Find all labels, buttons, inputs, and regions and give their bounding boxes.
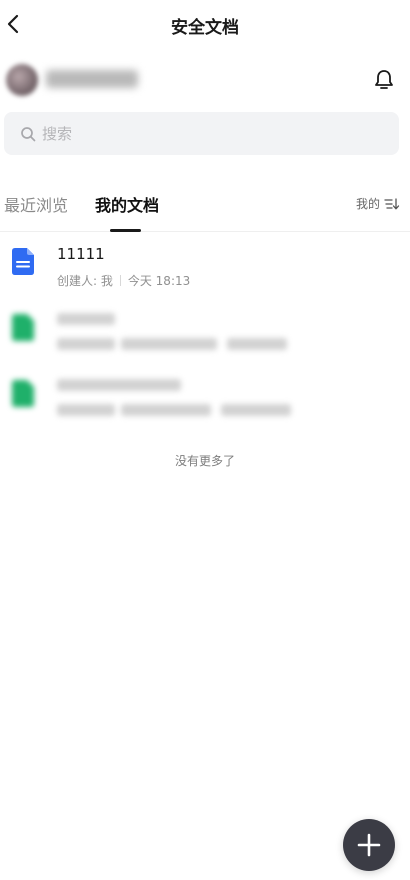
document-time: 今天 18:13 (127, 274, 191, 288)
nav-bar: 安全文档 (0, 0, 410, 48)
document-meta: 创建人: 我 今天 18:13 (57, 272, 190, 289)
sort-label: 我的 (355, 197, 380, 211)
document-meta (57, 404, 291, 416)
search-placeholder: 搜索 (42, 125, 73, 143)
avatar[interactable] (6, 64, 38, 96)
bell-icon (375, 70, 393, 89)
search-icon (21, 126, 36, 141)
user-name (46, 70, 138, 88)
document-meta (57, 338, 287, 350)
add-document-button[interactable] (343, 819, 395, 871)
sort-icon (384, 197, 400, 209)
user-row (0, 62, 410, 98)
doc-icon (12, 248, 34, 275)
list-item[interactable]: 11111 创建人: 我 今天 18:13 (0, 232, 410, 298)
document-creator: 创建人: 我 (57, 274, 113, 288)
document-title: 11111 (57, 245, 105, 263)
tab-bar: 最近浏览 我的文档 我的 (0, 190, 410, 232)
page-title: 安全文档 (171, 18, 239, 38)
sheet-icon (12, 380, 34, 407)
notification-button[interactable] (372, 67, 396, 93)
tab-my-documents[interactable]: 我的文档 (95, 192, 159, 216)
document-title (57, 377, 181, 395)
end-of-list-text: 没有更多了 (174, 454, 235, 468)
sheet-icon (12, 314, 34, 341)
document-title (57, 311, 115, 329)
search-input[interactable]: 搜索 (4, 112, 399, 155)
tab-recent[interactable]: 最近浏览 (4, 192, 68, 216)
list-item[interactable] (0, 298, 410, 364)
sort-button[interactable]: 我的 (356, 195, 400, 212)
document-list: 11111 创建人: 我 今天 18:13 (0, 232, 410, 430)
plus-icon (357, 833, 381, 857)
list-item[interactable] (0, 364, 410, 430)
meta-divider (119, 275, 121, 286)
